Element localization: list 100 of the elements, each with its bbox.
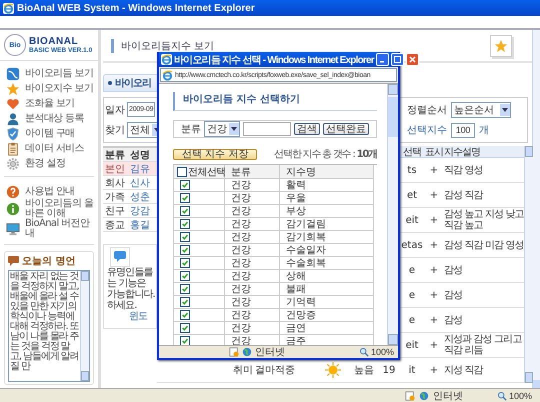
table-cell: eit	[406, 340, 418, 350]
checkbox[interactable]	[180, 232, 190, 242]
table-cell: 감기걸림	[280, 218, 374, 231]
scrollbar[interactable]	[524, 146, 533, 383]
category-dropdown[interactable]: 건강	[204, 121, 240, 137]
globe-icon	[418, 391, 429, 401]
count-field[interactable]: 100	[451, 122, 475, 138]
notice-text: 는 기능은	[107, 278, 147, 289]
gear-icon	[6, 156, 20, 170]
menu-item[interactable]: 아이템 구매	[25, 128, 75, 138]
logo-text: BIOANAL	[29, 36, 80, 47]
checkbox[interactable]	[180, 258, 190, 268]
table-cell: 부상	[280, 205, 374, 218]
scrollbar[interactable]	[532, 30, 540, 388]
table-cell: 건강	[225, 257, 280, 270]
table-cell[interactable]: 종교	[103, 218, 128, 232]
action-button[interactable]: 검색	[294, 123, 320, 135]
checkbox[interactable]	[180, 336, 190, 345]
table-cell: 감성 높고 지성 낮고 직감 높고	[444, 208, 524, 233]
speech-bubble-icon	[8, 256, 19, 266]
name-link[interactable]: 김유	[128, 162, 157, 176]
help-icon	[6, 184, 20, 198]
table-cell: 19	[382, 364, 396, 376]
table-cell-text: 걸마적중	[255, 364, 295, 377]
table-cell: 건강	[225, 231, 280, 244]
table-cell[interactable]: 가족	[103, 190, 128, 204]
close-button[interactable]	[406, 53, 419, 66]
table-cell[interactable]: 친구	[103, 204, 128, 218]
clipboard-icon	[6, 142, 20, 156]
notice-text: 유명인들를	[107, 267, 154, 278]
plus-sign: +	[430, 264, 438, 276]
table-cell: 기억력	[280, 296, 374, 309]
menu-item[interactable]: 바이오지수 보기	[25, 84, 94, 94]
menu-item[interactable]: 바이오리듬의 올바른 이해	[25, 199, 98, 219]
column-header: 분류	[103, 148, 128, 162]
column-header: 지수설명	[444, 146, 524, 158]
menu-item[interactable]: BioAnal 버전안내	[25, 219, 98, 239]
section-tab[interactable]: 바이오리	[103, 74, 159, 92]
menu-item[interactable]: 바이오리듬 보기	[25, 68, 94, 78]
table-cell[interactable]: 회사	[103, 176, 128, 190]
star-icon	[6, 82, 20, 96]
checkbox[interactable]	[180, 180, 190, 190]
checkbox[interactable]	[180, 206, 190, 216]
table-cell: 건강	[225, 283, 280, 296]
zoom-level[interactable]: 100%	[370, 347, 394, 357]
search-field[interactable]	[243, 122, 291, 136]
plus-sign: +	[430, 314, 438, 326]
globe-icon	[242, 347, 252, 357]
checkbox[interactable]	[180, 193, 190, 203]
table-cell: 수술회복	[280, 257, 374, 270]
selection-count: 선택한 지수 총 갯수 : 10개	[274, 148, 377, 161]
checkbox[interactable]	[180, 245, 190, 255]
plus-sign: +	[430, 214, 438, 226]
zoom-level[interactable]: 100%	[508, 391, 532, 401]
quote-title: 오늘의 명언	[22, 255, 76, 268]
table-cell: 우울	[280, 192, 374, 205]
action-button[interactable]: 선택완료	[323, 123, 369, 135]
column-header: 선택	[400, 146, 424, 158]
checkbox[interactable]	[180, 271, 190, 281]
checkbox[interactable]	[180, 310, 190, 320]
table-cell: 감성	[444, 283, 524, 308]
window-title: 바이오리듬 지수 선택 - Windows Internet Explorer	[174, 54, 374, 66]
minimize-button[interactable]	[376, 53, 389, 66]
checkbox[interactable]	[180, 219, 190, 229]
column-header: 지수명	[280, 165, 374, 179]
checkbox[interactable]	[177, 166, 187, 176]
table-cell: 건강	[225, 218, 280, 231]
table-cell: 감성 직감 미감 영성	[444, 233, 524, 258]
dropdown-arrow-icon	[231, 127, 237, 131]
menu-item[interactable]: 분석대상 등록	[25, 114, 84, 124]
table-cell: 감성 직감	[444, 183, 524, 208]
table-cell-text: 취미	[233, 364, 253, 377]
table-cell: etas	[401, 240, 423, 250]
checkbox[interactable]	[180, 323, 190, 333]
checkbox[interactable]	[180, 297, 190, 307]
table-cell: eit	[406, 214, 418, 226]
table-cell[interactable]: 본인	[103, 162, 128, 176]
maximize-button[interactable]	[390, 53, 404, 66]
menu-item[interactable]: 환경 설정	[25, 158, 66, 168]
page-warning-icon	[229, 347, 239, 357]
shield-icon	[6, 126, 20, 140]
table-cell: 감기회복	[280, 231, 374, 244]
table-cell: 건강	[225, 205, 280, 218]
sort-dropdown[interactable]: 높은순서	[451, 102, 511, 118]
zoom-icon	[358, 347, 369, 357]
column-header: 성명	[128, 148, 157, 162]
table-cell: 직감 영성	[444, 158, 524, 183]
table-cell: 건강	[225, 179, 280, 192]
scrollbar[interactable]	[80, 271, 89, 381]
save-button[interactable]: 선택 지수 저장	[173, 148, 258, 160]
scrollbar[interactable]	[387, 84, 398, 345]
menu-item[interactable]: 데이터 서비스	[25, 144, 84, 154]
notice-link[interactable]: 윈도	[107, 311, 156, 322]
heart-icon	[6, 96, 20, 110]
menu-item[interactable]: 조화율 보기	[25, 98, 75, 108]
browser-icon	[3, 2, 14, 14]
menu-item[interactable]: 사용법 안내	[25, 186, 75, 196]
field-label: 선택지수	[407, 124, 447, 138]
wave-icon	[6, 66, 20, 80]
checkbox[interactable]	[180, 284, 190, 294]
